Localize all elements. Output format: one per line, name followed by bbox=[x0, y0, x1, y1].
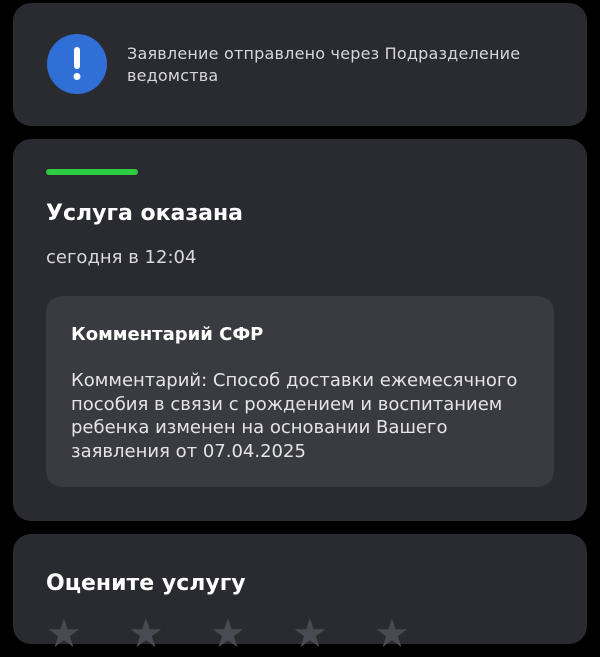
rating-title: Оцените услугу bbox=[46, 571, 246, 596]
status-title: Услуга оказана bbox=[46, 201, 244, 226]
star-icon-5[interactable]: ★ bbox=[374, 614, 414, 654]
exclamation-icon bbox=[47, 34, 107, 94]
notice-text: Заявление отправлено через Подразделение… bbox=[127, 44, 521, 85]
notice-card: Заявление отправлено через Подразделение… bbox=[13, 3, 587, 126]
star-icon-1[interactable]: ★ bbox=[46, 614, 86, 654]
rating-stars: ★ ★ ★ ★ ★ bbox=[46, 614, 414, 654]
star-icon-4[interactable]: ★ bbox=[292, 614, 332, 654]
comment-box: Комментарий СФР Комментарий: Способ дост… bbox=[46, 296, 554, 487]
star-icon-2[interactable]: ★ bbox=[128, 614, 168, 654]
status-progress-bar bbox=[46, 169, 138, 175]
status-time: сегодня в 12:04 bbox=[46, 247, 197, 268]
status-card: Услуга оказана сегодня в 12:04 Комментар… bbox=[13, 139, 587, 521]
comment-body: Комментарий: Способ доставки ежемесячног… bbox=[71, 370, 518, 462]
comment-title: Комментарий СФР bbox=[71, 324, 264, 345]
star-icon-3[interactable]: ★ bbox=[210, 614, 250, 654]
rating-card: Оцените услугу ★ ★ ★ ★ ★ bbox=[13, 534, 587, 654]
